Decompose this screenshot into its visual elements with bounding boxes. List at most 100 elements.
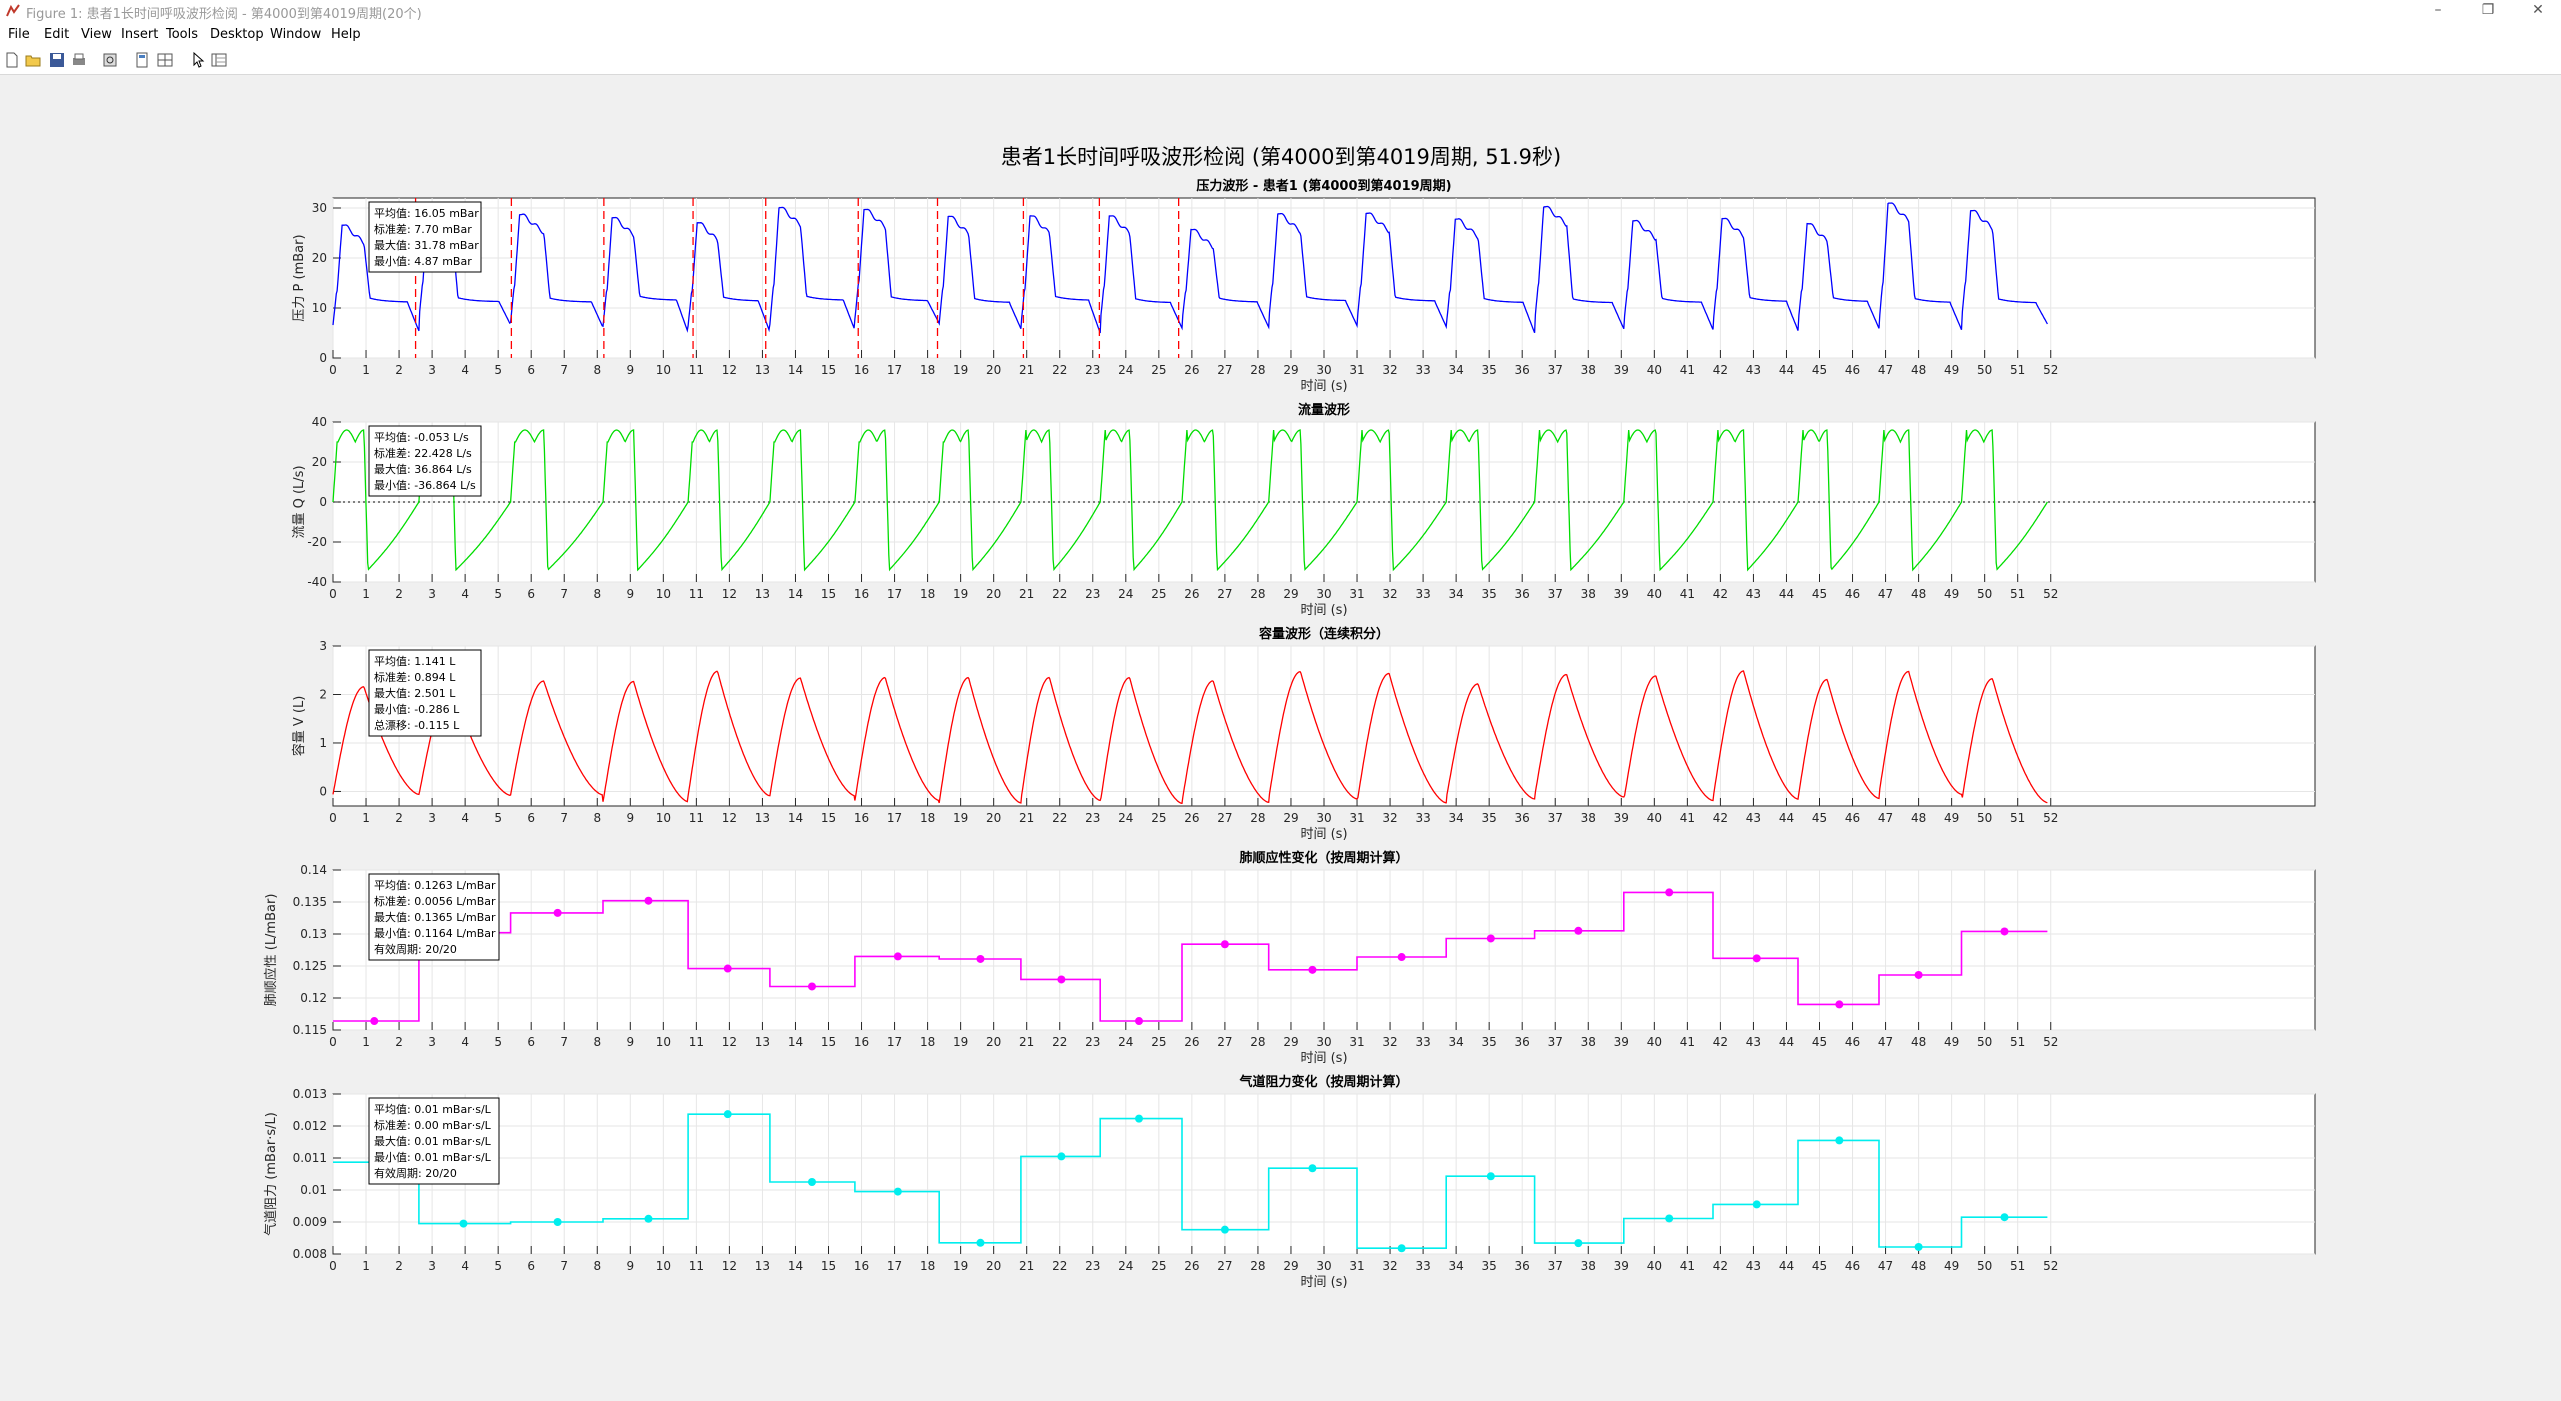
data-point — [976, 954, 985, 963]
x-axis-label: 时间 (s) — [1300, 603, 1347, 618]
menu-insert[interactable]: Insert — [121, 27, 158, 42]
restore-button[interactable]: ❐ — [2465, 0, 2511, 22]
x-tick-label: 21 — [1019, 363, 1034, 377]
x-tick-label: 43 — [1746, 587, 1761, 601]
show-plot-tools-icon[interactable] — [156, 51, 174, 69]
data-point — [2000, 927, 2009, 936]
menu-edit[interactable]: Edit — [44, 27, 69, 42]
edit-plot-arrow-icon[interactable] — [189, 51, 207, 69]
data-point — [553, 908, 562, 917]
x-tick-label: 22 — [1052, 811, 1067, 825]
stats-line: 最小值: -0.286 L — [374, 703, 460, 716]
menu-help[interactable]: Help — [331, 27, 361, 42]
minimize-button[interactable]: – — [2415, 0, 2461, 22]
data-point — [1835, 1000, 1844, 1009]
x-tick-label: 8 — [593, 811, 601, 825]
x-tick-label: 6 — [527, 1035, 535, 1049]
subplot-title: 肺顺应性变化（按周期计算） — [1239, 850, 1408, 866]
stats-line: 平均值: 1.141 L — [374, 655, 456, 668]
y-tick-label: 0.13 — [300, 927, 327, 941]
x-tick-label: 9 — [626, 1035, 634, 1049]
x-tick-label: 49 — [1944, 587, 1959, 601]
menu-desktop[interactable]: Desktop — [210, 27, 264, 42]
print-preview-icon[interactable] — [101, 51, 119, 69]
data-point — [807, 1178, 816, 1186]
x-tick-label: 39 — [1614, 363, 1629, 377]
y-tick-label: 0.12 — [300, 991, 327, 1005]
x-tick-label: 37 — [1548, 1259, 1563, 1273]
x-tick-label: 30 — [1316, 811, 1331, 825]
stats-line: 标准差: 0.0056 L/mBar — [374, 894, 496, 908]
x-tick-label: 14 — [788, 1035, 803, 1049]
x-tick-label: 13 — [755, 1259, 770, 1273]
y-axis-label: 肺顺应性 (L/mBar) — [263, 894, 279, 1007]
stats-line: 最大值: 31.78 mBar — [374, 238, 479, 252]
x-tick-label: 14 — [788, 587, 803, 601]
x-tick-label: 5 — [494, 363, 502, 377]
x-tick-label: 44 — [1779, 587, 1794, 601]
property-editor-icon[interactable] — [210, 51, 228, 69]
x-tick-label: 0 — [329, 587, 337, 601]
data-point — [1220, 940, 1229, 949]
stats-line: 最小值: -36.864 L/s — [374, 479, 476, 492]
x-tick-label: 18 — [920, 1259, 935, 1273]
close-button[interactable]: ✕ — [2515, 0, 2561, 22]
x-tick-label: 2 — [395, 811, 403, 825]
x-tick-label: 6 — [527, 811, 535, 825]
x-tick-label: 3 — [428, 811, 436, 825]
x-tick-label: 15 — [821, 363, 836, 377]
x-tick-label: 17 — [887, 363, 902, 377]
x-tick-label: 42 — [1713, 363, 1728, 377]
x-tick-label: 5 — [494, 811, 502, 825]
x-tick-label: 38 — [1581, 811, 1596, 825]
x-tick-label: 34 — [1448, 1259, 1463, 1273]
x-tick-label: 27 — [1217, 587, 1232, 601]
data-point — [807, 982, 816, 991]
x-tick-label: 52 — [2043, 587, 2058, 601]
x-tick-label: 29 — [1283, 811, 1298, 825]
x-tick-label: 12 — [722, 363, 737, 377]
hide-plot-tools-icon[interactable] — [133, 51, 151, 69]
x-tick-label: 47 — [1878, 1035, 1893, 1049]
subplot-title: 压力波形 - 患者1 (第4000到第4019周期) — [1196, 178, 1451, 194]
print-icon[interactable] — [70, 51, 88, 69]
x-tick-label: 17 — [887, 587, 902, 601]
x-tick-label: 30 — [1316, 587, 1331, 601]
x-tick-label: 0 — [329, 1035, 337, 1049]
x-tick-label: 34 — [1448, 587, 1463, 601]
x-tick-label: 25 — [1151, 1035, 1166, 1049]
open-file-icon[interactable] — [24, 51, 42, 69]
save-icon[interactable] — [48, 51, 66, 69]
x-tick-label: 52 — [2043, 811, 2058, 825]
x-tick-label: 19 — [953, 811, 968, 825]
x-tick-label: 33 — [1415, 811, 1430, 825]
new-figure-icon[interactable] — [3, 51, 21, 69]
x-tick-label: 21 — [1019, 587, 1034, 601]
stats-line: 最大值: 2.501 L — [374, 686, 456, 700]
y-tick-label: 30 — [312, 201, 327, 215]
menu-tools[interactable]: Tools — [166, 27, 198, 42]
x-tick-label: 45 — [1812, 1035, 1827, 1049]
x-tick-label: 6 — [527, 1259, 535, 1273]
x-tick-label: 41 — [1680, 1035, 1695, 1049]
x-tick-label: 29 — [1283, 1259, 1298, 1273]
x-tick-label: 21 — [1019, 1035, 1034, 1049]
x-tick-label: 50 — [1977, 811, 1992, 825]
window-title: Figure 1: 患者1长时间呼吸波形检阅 - 第4000到第4019周期(2… — [26, 7, 422, 22]
x-tick-label: 16 — [854, 363, 869, 377]
y-tick-label: 1 — [319, 736, 327, 750]
x-tick-label: 51 — [2010, 811, 2025, 825]
x-tick-label: 29 — [1283, 1035, 1298, 1049]
menu-window[interactable]: Window — [270, 27, 321, 42]
x-tick-label: 5 — [494, 587, 502, 601]
stats-box: 平均值: 16.05 mBar 标准差: 7.70 mBar 最大值: 31.78 … — [368, 201, 482, 273]
x-tick-label: 11 — [689, 1035, 704, 1049]
x-tick-label: 12 — [722, 587, 737, 601]
y-tick-label: 0.135 — [293, 895, 327, 909]
subplot-1: 01020300 1 2 3 4 5 6 7 8 9 10 11 12 13 14 15 16 17 18 19 20 2… — [292, 178, 2316, 394]
x-tick-label: 27 — [1217, 811, 1232, 825]
menu-file[interactable]: File — [8, 27, 30, 42]
menu-view[interactable]: View — [81, 27, 112, 42]
stats-line: 有效周期: 20/20 — [374, 1166, 457, 1180]
x-tick-label: 52 — [2043, 363, 2058, 377]
